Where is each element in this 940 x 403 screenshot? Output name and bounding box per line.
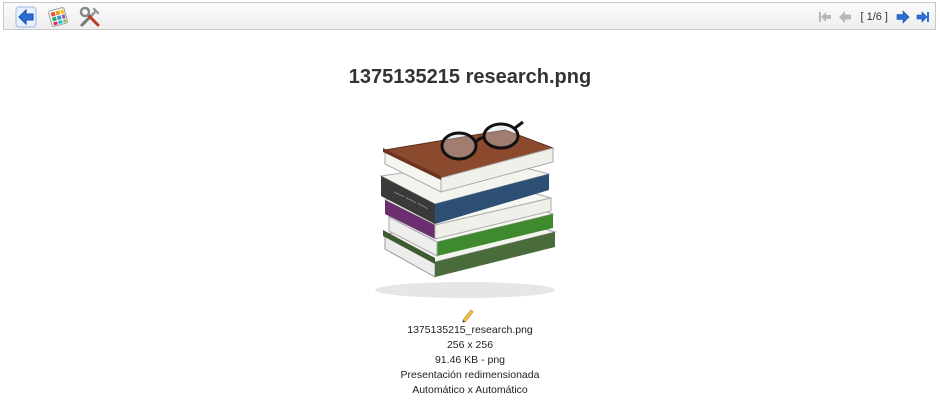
image-filename: 1375135215_research.png [407, 324, 533, 336]
tools-icon [79, 6, 100, 27]
edit-button[interactable] [460, 307, 476, 323]
presentation-scale: Automático x Automático [412, 384, 528, 396]
next-page-icon [896, 10, 910, 24]
books-with-glasses-image: ~~~ ~~~ ~~~ [375, 120, 557, 298]
presentation-mode: Presentación redimensionada [400, 369, 540, 381]
first-page-button[interactable] [817, 9, 833, 25]
image-title: 1375135215 research.png [348, 66, 592, 88]
toolbar: [ 1/6 ] [3, 2, 936, 30]
previous-page-button[interactable] [837, 9, 853, 25]
page-indicator: [ 1/6 ] [860, 11, 888, 23]
back-arrow-icon [15, 6, 37, 28]
previous-page-icon [839, 11, 852, 23]
back-button[interactable] [14, 5, 38, 29]
next-page-button[interactable] [895, 9, 911, 25]
pencil-icon [462, 309, 474, 323]
last-page-icon [916, 11, 929, 23]
image-dimensions: 256 x 256 [446, 339, 494, 351]
pagination: [ 1/6 ] [817, 7, 931, 27]
image-details: 1375135215_research.png 256 x 256 91.46 … [0, 323, 940, 398]
toolbar-left-group [14, 5, 102, 29]
color-palette-icon [48, 7, 68, 27]
image-filesize: 91.46 KB - png [434, 354, 506, 366]
main-image[interactable]: ~~~ ~~~ ~~~ [355, 112, 567, 302]
palette-button[interactable] [46, 5, 70, 29]
tools-button[interactable] [78, 5, 102, 29]
last-page-button[interactable] [915, 9, 931, 25]
first-page-icon [819, 12, 832, 22]
